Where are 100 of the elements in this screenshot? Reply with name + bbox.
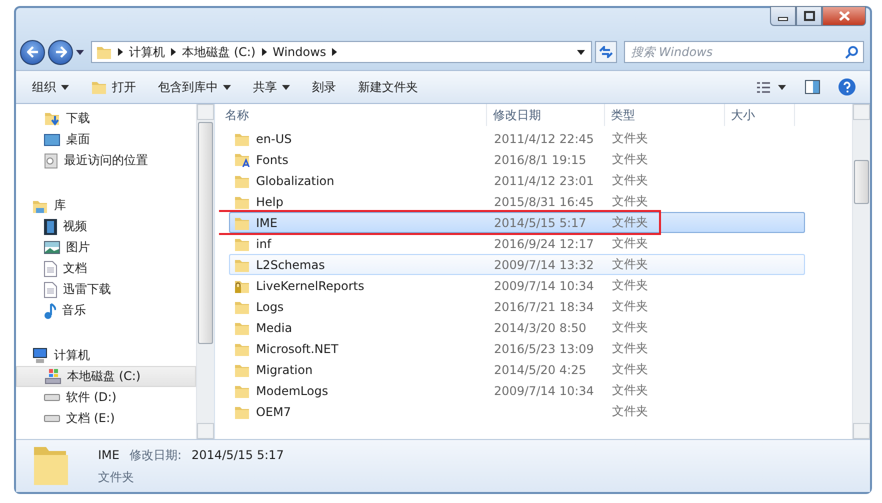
forward-button[interactable] — [48, 40, 73, 64]
minimize-icon — [778, 17, 788, 21]
font-folder-icon — [234, 152, 250, 167]
file-row[interactable]: OEM7 文件夹 — [229, 401, 805, 422]
file-row[interactable]: en-US 2011/4/12 22:45 文件夹 — [229, 128, 805, 149]
search-field[interactable]: 搜索 Windows — [624, 41, 864, 63]
file-row[interactable]: Fonts 2016/8/1 19:15 文件夹 — [229, 149, 805, 170]
type-cell: 文件夹 — [612, 172, 648, 189]
sidebar-item[interactable]: 最近访问的位置 — [16, 150, 196, 171]
file-row[interactable]: IME 2014/5/15 5:17 文件夹 — [229, 212, 805, 233]
sidebar-item[interactable]: 软件 (D:) — [16, 387, 196, 408]
date-cell: 2011/4/12 22:45 — [494, 132, 594, 146]
chevron-icon — [171, 48, 176, 56]
file-name: Fonts — [256, 152, 288, 166]
file-name: OEM7 — [256, 404, 292, 418]
sidebar-item[interactable]: 音乐 — [16, 300, 196, 321]
type-cell: 文件夹 — [612, 151, 648, 168]
column-header[interactable]: 名称 — [219, 104, 487, 126]
file-row[interactable]: inf 2016/9/24 12:17 文件夹 — [229, 233, 805, 254]
file-name: inf — [256, 236, 272, 250]
file-name: Migration — [256, 362, 313, 376]
file-row[interactable]: L2Schemas 2009/7/14 13:32 文件夹 — [229, 254, 805, 275]
toolbar-button[interactable]: 包含到库中 — [150, 74, 239, 100]
sidebar-item[interactable]: 库 — [16, 195, 196, 216]
folder-icon — [234, 216, 250, 230]
picture-icon — [44, 241, 60, 254]
file-row[interactable]: Help 2015/8/31 16:45 文件夹 — [229, 191, 805, 212]
column-header[interactable]: 类型 — [605, 104, 725, 126]
drive-icon — [44, 394, 60, 401]
folder-icon — [234, 404, 250, 418]
folder-icon — [234, 174, 250, 188]
sidebar-item[interactable]: 本地磁盘 (C:) — [16, 366, 196, 387]
film-icon — [44, 218, 57, 234]
sidebar-item[interactable]: 文档 — [16, 258, 196, 279]
type-cell: 文件夹 — [612, 130, 648, 147]
breadcrumb-item[interactable]: 计算机 — [129, 44, 165, 60]
breadcrumb-item[interactable]: Windows — [272, 45, 326, 59]
folder-icon — [234, 300, 250, 314]
sidebar-item[interactable]: 计算机 — [16, 345, 196, 366]
date-value: 2014/5/15 5:17 — [192, 448, 284, 462]
sidebar-item[interactable]: 下载 — [16, 108, 196, 129]
file-row[interactable]: ModemLogs 2009/7/14 10:34 文件夹 — [229, 380, 805, 401]
sidebar-item[interactable]: 桌面 — [16, 129, 196, 150]
sidebar-item[interactable]: 文档 (E:) — [16, 408, 196, 429]
toolbar-button[interactable]: 组织 — [24, 74, 77, 100]
breadcrumb-item[interactable]: 本地磁盘 (C:) — [182, 44, 256, 60]
folder-icon — [234, 362, 250, 376]
scrollbar[interactable] — [196, 104, 214, 439]
date-cell: 2014/5/20 4:25 — [494, 362, 586, 376]
type-cell: 文件夹 — [612, 256, 648, 273]
back-button[interactable] — [20, 40, 45, 64]
file-row[interactable]: Globalization 2011/4/12 23:01 文件夹 — [229, 170, 805, 191]
type-cell: 文件夹 — [612, 214, 648, 231]
toolbar-button[interactable]: 刻录 — [304, 74, 344, 100]
list-view-icon — [757, 82, 787, 92]
folder-icon — [96, 45, 112, 59]
caret-icon — [76, 50, 84, 54]
column-header[interactable]: 修改日期 — [487, 104, 605, 126]
minimize-button[interactable] — [770, 6, 796, 26]
scrollbar[interactable] — [852, 104, 870, 439]
file-name: Logs — [256, 300, 284, 314]
help-icon — [838, 78, 856, 96]
sidebar-item[interactable]: 视频 — [16, 216, 196, 237]
file-row[interactable]: Microsoft.NET 2016/5/23 13:09 文件夹 — [229, 338, 805, 359]
close-button[interactable] — [822, 6, 866, 26]
file-name: IME — [256, 216, 278, 230]
folder-icon — [234, 384, 250, 398]
file-name: L2Schemas — [256, 258, 325, 272]
download-folder-icon — [44, 111, 60, 126]
file-name: en-US — [256, 132, 292, 146]
file-row[interactable]: Migration 2014/5/20 4:25 文件夹 — [229, 359, 805, 380]
caret-icon — [577, 50, 585, 54]
refresh-button[interactable] — [595, 41, 617, 63]
date-cell: 2009/7/14 10:34 — [494, 384, 594, 398]
close-icon — [838, 11, 850, 21]
drive-icon — [44, 415, 60, 422]
folder-icon — [234, 320, 250, 334]
file-row[interactable]: Logs 2016/7/21 18:34 文件夹 — [229, 296, 805, 317]
toolbar-button[interactable]: 打开 — [83, 74, 144, 100]
maximize-button[interactable] — [796, 6, 822, 26]
folder-icon — [234, 194, 250, 208]
date-cell: 2016/9/24 12:17 — [494, 236, 594, 250]
toolbar-button[interactable]: 新建文件夹 — [350, 74, 426, 100]
file-row[interactable]: LiveKernelReports 2009/7/14 10:34 文件夹 — [229, 275, 805, 296]
date-cell: 2009/7/14 10:34 — [494, 278, 594, 292]
file-row[interactable]: Media 2014/3/20 8:50 文件夹 — [229, 317, 805, 338]
column-header[interactable]: 大小 — [725, 104, 795, 126]
date-cell: 2014/3/20 8:50 — [494, 320, 586, 334]
caret-icon — [223, 84, 231, 90]
type-cell: 文件夹 — [612, 340, 648, 357]
date-label: 修改日期: — [129, 446, 182, 464]
maximize-icon — [804, 11, 814, 21]
search-icon — [845, 46, 858, 59]
large-folder-icon — [34, 447, 68, 485]
address-bar[interactable]: 计算机 本地磁盘 (C:) Windows — [91, 41, 592, 63]
sidebar-item[interactable]: 图片 — [16, 237, 196, 258]
toolbar-button[interactable]: 共享 — [245, 74, 298, 100]
folder-icon — [234, 132, 250, 146]
refresh-arrows-icon — [599, 46, 613, 58]
sidebar-item[interactable]: 迅雷下载 — [16, 279, 196, 300]
